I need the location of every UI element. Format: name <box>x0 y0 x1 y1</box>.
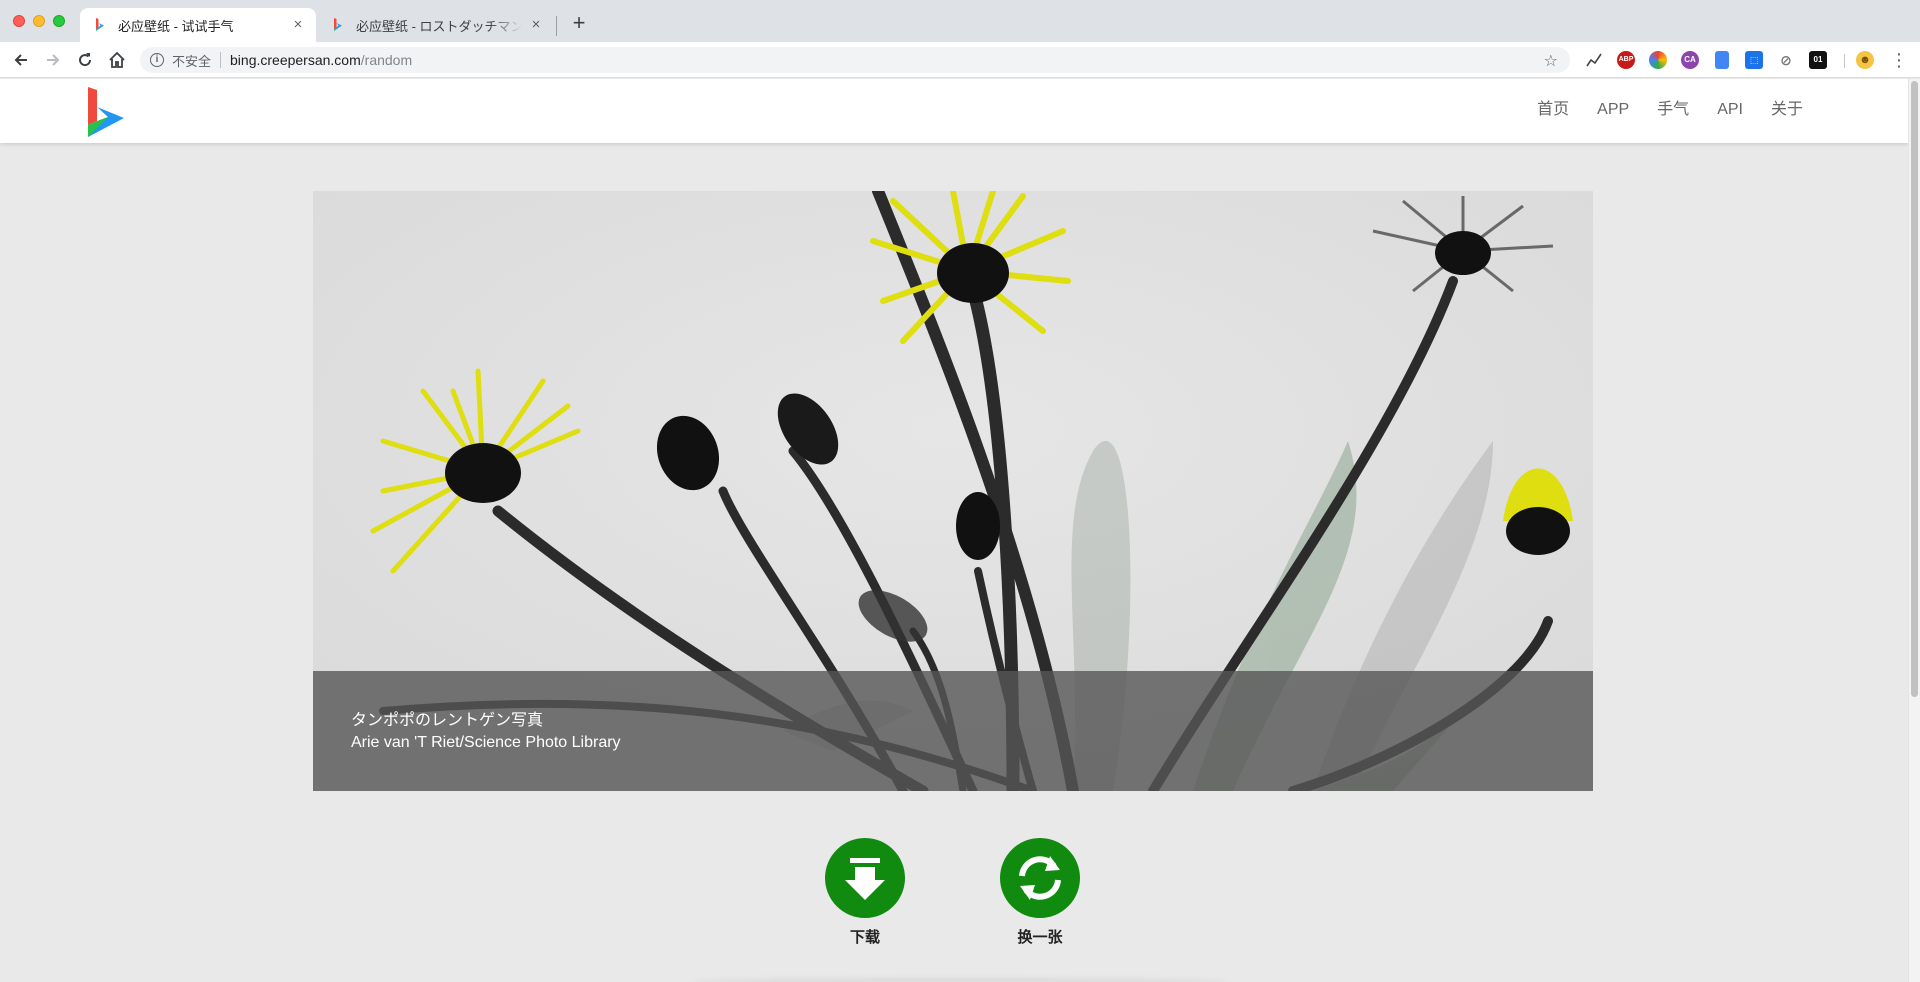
wallpaper-image[interactable]: タンポポのレントゲン写真 Arie van 'T Riet/Science Ph… <box>313 191 1593 791</box>
binary-icon[interactable]: 01 <box>1809 51 1827 69</box>
download-label: 下载 <box>849 929 880 946</box>
tab-title: 必应壁纸 - ロストダッチマン州立公園 <box>356 18 522 34</box>
dropbox-icon[interactable]: ⬚ <box>1745 51 1763 69</box>
tab-lost-dutchman[interactable]: 必应壁纸 - ロストダッチマン州立公園 × <box>318 8 554 42</box>
abp-icon[interactable]: ABP <box>1617 51 1635 69</box>
ca-icon[interactable]: CA <box>1681 51 1699 69</box>
page-viewport: 首页 APP 手气 API 关于 タンポポのレントゲン写真 Arie van '… <box>0 79 1908 982</box>
reload-icon[interactable] <box>75 50 95 70</box>
nav-app[interactable]: APP <box>1597 100 1629 120</box>
tab-strip: 必应壁纸 - 试试手气 × 必应壁纸 - ロストダッチマン州立公園 × + <box>0 0 1920 42</box>
nav-home[interactable]: 首页 <box>1537 100 1569 120</box>
minimize-window-button[interactable] <box>33 15 45 27</box>
nav-random[interactable]: 手气 <box>1657 100 1689 120</box>
avatar-icon[interactable]: ☻ <box>1856 51 1874 69</box>
refresh-button[interactable]: 换一张 <box>998 838 1082 947</box>
docs-icon[interactable] <box>1715 51 1729 69</box>
page-scrollbar[interactable] <box>1908 79 1920 982</box>
block-icon[interactable]: ⊘ <box>1777 51 1795 69</box>
image-copyright: Arie van 'T Riet/Science Photo Library <box>351 734 621 751</box>
browser-menu-icon[interactable]: ⋮ <box>1890 50 1908 70</box>
tab-close-icon[interactable]: × <box>290 17 306 33</box>
image-caption: タンポポのレントゲン写真 Arie van 'T Riet/Science Ph… <box>313 671 1593 791</box>
image-title: タンポポのレントゲン写真 <box>351 712 544 729</box>
bing-favicon-icon <box>334 18 342 31</box>
browser-toolbar: i 不安全 bing.creepersan.com/random ☆ ABP C… <box>0 42 1920 78</box>
scrollbar-thumb[interactable] <box>1911 81 1918 697</box>
nav-api[interactable]: API <box>1717 100 1743 120</box>
home-icon[interactable] <box>107 50 127 70</box>
refresh-label: 换一张 <box>1017 929 1063 946</box>
refresh-icon[interactable] <box>1000 838 1080 918</box>
forward-arrow-icon[interactable] <box>43 50 63 70</box>
bookmark-star-icon[interactable]: ☆ <box>1544 51 1558 71</box>
security-label[interactable]: 不安全 <box>172 51 211 70</box>
omnibox-divider <box>220 52 222 68</box>
tab-random[interactable]: 必应壁纸 - 试试手气 × <box>80 8 316 42</box>
url-path: /random <box>360 52 413 68</box>
bing-logo-icon[interactable] <box>88 87 124 137</box>
tab-separator <box>556 16 557 36</box>
back-arrow-icon[interactable] <box>11 50 31 70</box>
toolbar-divider <box>1844 54 1845 68</box>
download-button[interactable]: 下载 <box>823 838 907 947</box>
info-icon[interactable]: i <box>150 53 164 67</box>
download-icon[interactable] <box>825 838 905 918</box>
close-window-button[interactable] <box>13 15 25 27</box>
bing-favicon-icon <box>96 18 104 31</box>
nav-about[interactable]: 关于 <box>1771 100 1803 120</box>
tab-title: 必应壁纸 - 试试手气 <box>118 18 234 34</box>
new-tab-button[interactable]: + <box>568 12 590 35</box>
site-header: 首页 APP 手气 API 关于 <box>0 79 1908 143</box>
url-host: bing.creepersan.com <box>230 52 361 68</box>
zoom-window-button[interactable] <box>53 15 65 27</box>
tab-close-icon[interactable]: × <box>528 17 544 33</box>
chart-icon[interactable] <box>1585 51 1603 69</box>
address-bar[interactable]: i 不安全 bing.creepersan.com/random ☆ <box>140 47 1570 73</box>
main-nav: 首页 APP 手气 API 关于 <box>1509 100 1803 120</box>
color-wheel-icon[interactable] <box>1649 51 1667 69</box>
